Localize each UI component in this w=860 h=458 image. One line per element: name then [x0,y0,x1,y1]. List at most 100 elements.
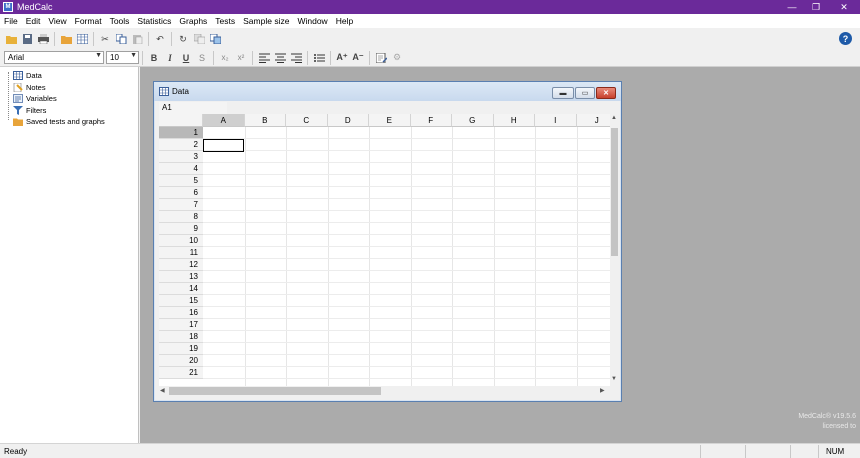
row-header-18[interactable]: 18 [159,331,203,343]
bullet-list-icon[interactable] [312,51,326,65]
cut-icon[interactable]: ✂ [98,32,112,46]
row-header-8[interactable]: 8 [159,211,203,223]
column-header-c[interactable]: C [286,114,328,127]
italic-button[interactable]: I [163,51,177,65]
column-header-a[interactable]: A [203,114,245,127]
sidebar-item-data[interactable]: Data [0,70,138,82]
column-header-e[interactable]: E [369,114,411,127]
menu-view[interactable]: View [44,14,70,28]
align-left-icon[interactable] [257,51,271,65]
row-header-10[interactable]: 10 [159,235,203,247]
row-header-1[interactable]: 1 [159,127,203,139]
column-header-g[interactable]: G [452,114,494,127]
font-size-combo[interactable]: 10 ▼ [106,51,139,64]
copy-icon[interactable] [114,32,128,46]
menu-edit[interactable]: Edit [22,14,45,28]
align-right-icon[interactable] [289,51,303,65]
sidebar-item-notes[interactable]: Notes [0,82,138,94]
menu-tools[interactable]: Tools [106,14,134,28]
vertical-scrollbar[interactable]: ▲ ▼ [610,114,619,386]
column-header-f[interactable]: F [410,114,452,127]
print-icon[interactable] [36,32,50,46]
menu-format[interactable]: Format [71,14,106,28]
column-header-i[interactable]: I [535,114,577,127]
cell-reference-box[interactable]: A1 [159,102,227,114]
shrink-font-button[interactable]: A⁻ [351,51,365,65]
format-cells-icon[interactable] [374,51,388,65]
open-icon[interactable] [4,32,18,46]
column-header-b[interactable]: B [244,114,286,127]
status-divider [745,445,746,458]
subscript-button[interactable]: x₂ [218,51,232,65]
duplicate-icon[interactable] [192,32,206,46]
sidebar-item-saved-tests-and-graphs[interactable]: Saved tests and graphs [0,116,138,128]
row-header-9[interactable]: 9 [159,223,203,235]
folder-icon[interactable] [59,32,73,46]
grid-line [203,162,610,163]
vertical-scroll-thumb[interactable] [611,128,618,256]
horizontal-scroll-thumb[interactable] [169,387,381,395]
strikethrough-button[interactable]: S [195,51,209,65]
scroll-down-icon[interactable]: ▼ [611,376,617,382]
sidebar-item-filters[interactable]: Filters [0,105,138,117]
paste-icon[interactable] [130,32,144,46]
menu-window[interactable]: Window [293,14,331,28]
menu-file[interactable]: File [0,14,22,28]
undo-icon[interactable]: ↶ [153,32,167,46]
menu-sample-size[interactable]: Sample size [239,14,293,28]
data-window-close-button[interactable]: ✕ [596,87,616,99]
font-name-combo[interactable]: Arial ▼ [4,51,104,64]
row-header-4[interactable]: 4 [159,163,203,175]
sidebar-item-variables[interactable]: Variables [0,93,138,105]
bold-button[interactable]: B [147,51,161,65]
data-window-minimize-button[interactable]: ▬ [552,87,574,99]
spreadsheet-grid[interactable]: A B C D E F G H I J 1 2 3 4 5 6 7 8 9 10 11 12 13 14 15 16 17 18 19 2… [159,114,610,386]
row-header-20[interactable]: 20 [159,355,203,367]
data-window-title: Data [172,87,189,96]
grid-corner[interactable] [159,114,203,127]
horizontal-scrollbar[interactable]: ◀ ▶ [159,386,610,396]
row-header-6[interactable]: 6 [159,187,203,199]
scroll-left-icon[interactable]: ◀ [160,387,165,394]
refresh-icon[interactable]: ↻ [176,32,190,46]
window-copy-icon[interactable] [208,32,222,46]
row-header-3[interactable]: 3 [159,151,203,163]
save-icon[interactable] [20,32,34,46]
standard-toolbar: ✂ ↶ ↻ [0,29,860,49]
column-header-d[interactable]: D [327,114,369,127]
underline-button[interactable]: U [179,51,193,65]
column-header-h[interactable]: H [493,114,535,127]
sidebar-item-label: Data [26,71,42,81]
close-button[interactable]: ✕ [828,0,860,14]
row-header-12[interactable]: 12 [159,259,203,271]
chevron-down-icon: ▼ [130,52,137,59]
column-header-j[interactable]: J [576,114,610,127]
menu-statistics[interactable]: Statistics [133,14,175,28]
menu-help[interactable]: Help [332,14,357,28]
help-icon[interactable]: ? [839,32,852,45]
sidebar-item-label: Notes [26,82,46,92]
menu-tests[interactable]: Tests [211,14,239,28]
row-header-5[interactable]: 5 [159,175,203,187]
menu-graphs[interactable]: Graphs [175,14,211,28]
grow-font-button[interactable]: A⁺ [335,51,349,65]
superscript-button[interactable]: x² [234,51,248,65]
row-header-13[interactable]: 13 [159,271,203,283]
row-header-14[interactable]: 14 [159,283,203,295]
row-header-16[interactable]: 16 [159,307,203,319]
row-header-15[interactable]: 15 [159,295,203,307]
align-center-icon[interactable] [273,51,287,65]
row-header-11[interactable]: 11 [159,247,203,259]
spreadsheet-icon[interactable] [75,32,89,46]
data-window-maximize-button[interactable]: ▭ [575,87,595,99]
row-header-2[interactable]: 2 [159,139,203,151]
scroll-up-icon[interactable]: ▲ [611,115,617,121]
active-cell-a1[interactable] [203,139,244,152]
row-header-21[interactable]: 21 [159,367,203,379]
row-header-19[interactable]: 19 [159,343,203,355]
scroll-right-icon[interactable]: ▶ [600,387,605,394]
properties-icon[interactable]: ⚙ [390,51,404,65]
data-window-titlebar[interactable]: Data [154,82,621,101]
row-header-17[interactable]: 17 [159,319,203,331]
row-header-7[interactable]: 7 [159,199,203,211]
